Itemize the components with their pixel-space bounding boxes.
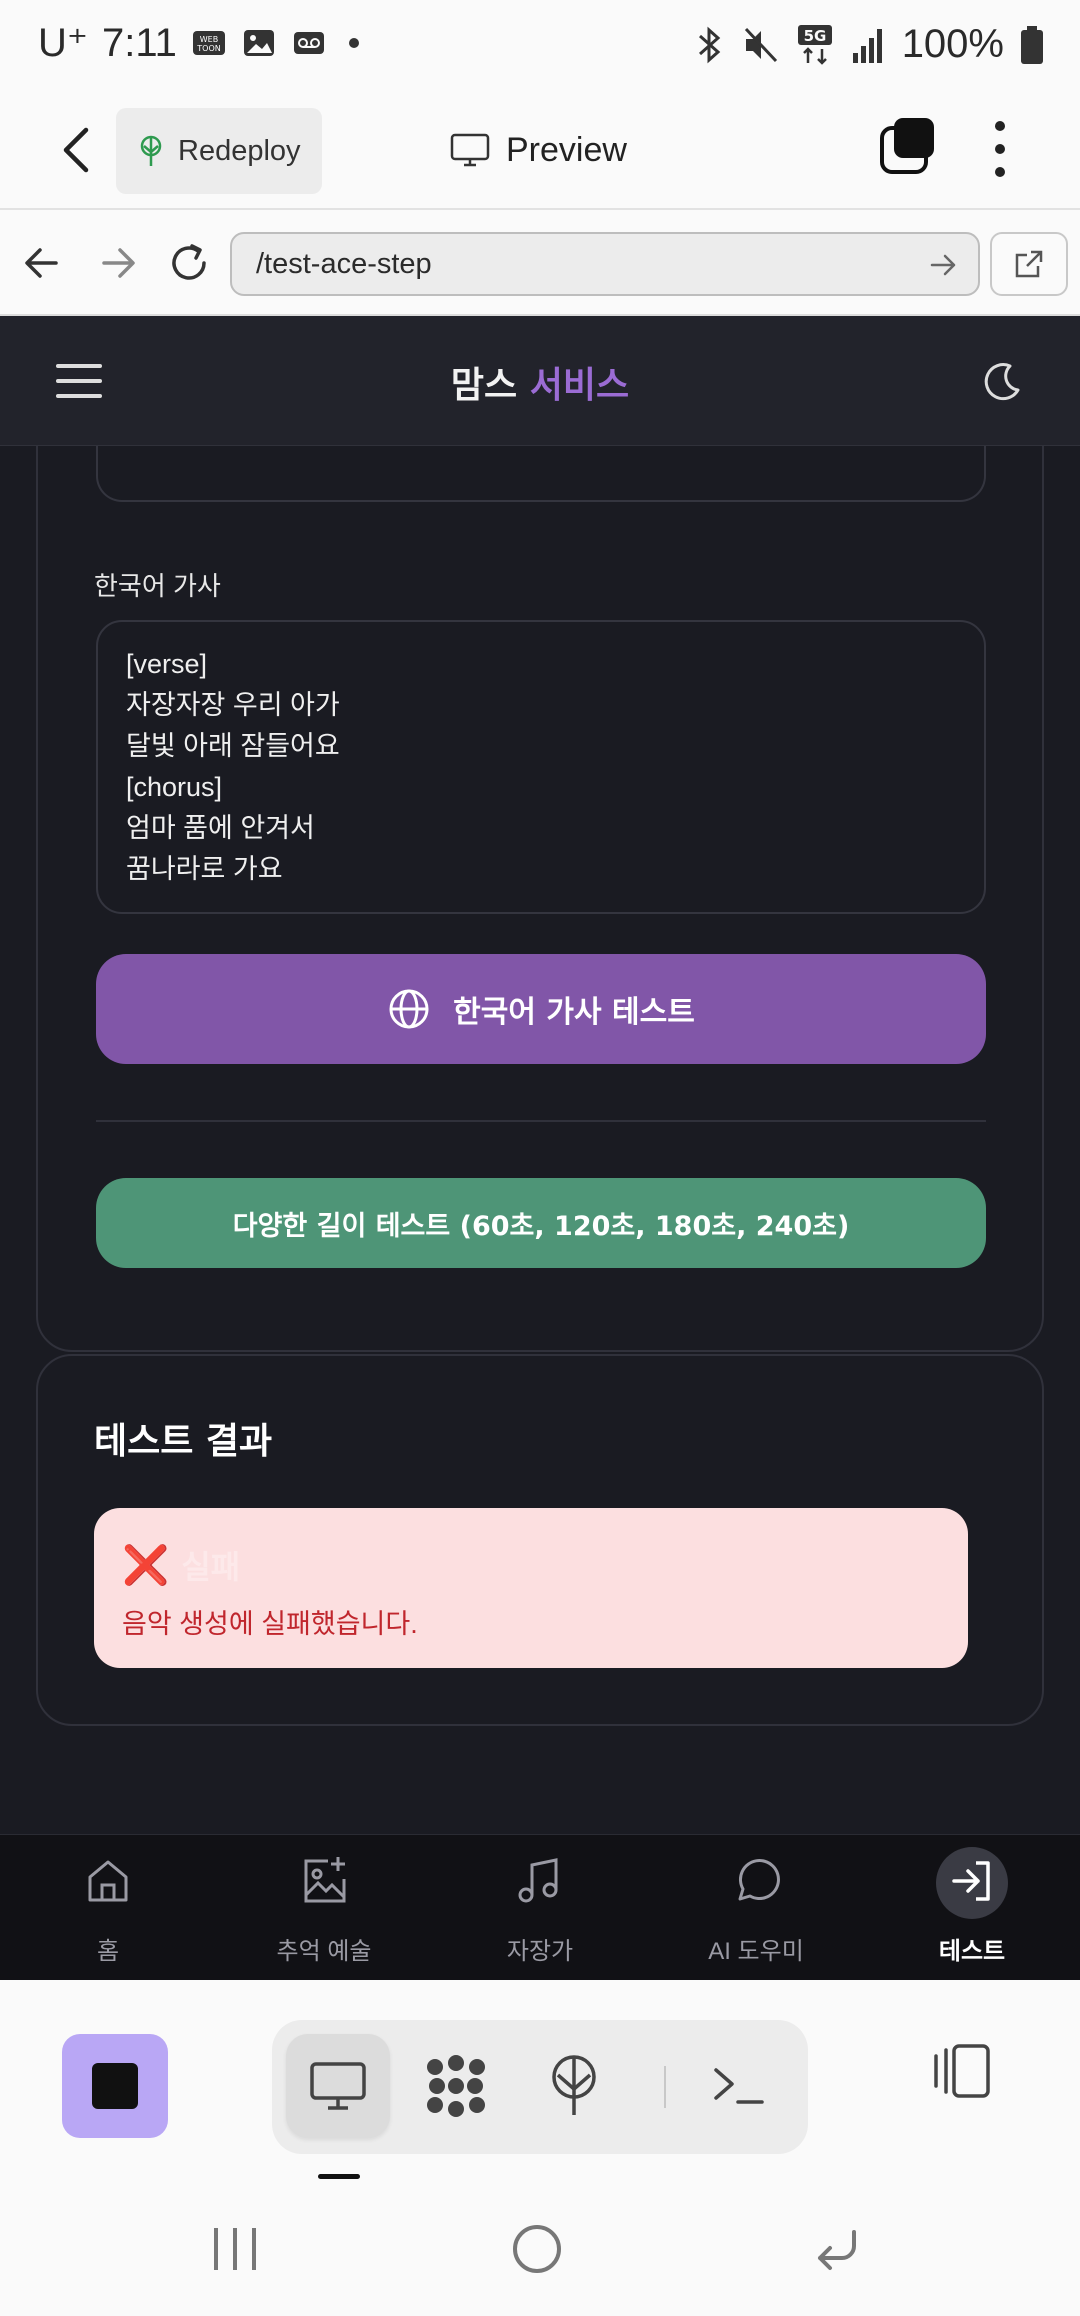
nav-label-lullaby: 자장가 [506, 1938, 574, 1965]
console-mode-button[interactable] [686, 2034, 790, 2138]
korean-test-label: 한국어 가사 테스트 [453, 995, 695, 1030]
browser-forward-icon[interactable] [90, 236, 144, 290]
app-toolbar [0, 1980, 1080, 2180]
carrier-label: U⁺ [38, 21, 88, 65]
app-bar: Redeploy Preview [0, 92, 1080, 210]
globe-icon [389, 989, 429, 1029]
redeploy-label: Redeploy [178, 134, 301, 167]
korean-lyrics-textarea[interactable]: [verse] 자장자장 우리 아가 달빛 아래 잠들어요 [chorus] 엄… [96, 620, 986, 914]
length-test-label: 다양한 길이 테스트 (60초, 120초, 180초, 240초) [232, 1210, 850, 1242]
back-button-icon[interactable] [804, 2214, 874, 2284]
deploy-mode-button[interactable] [522, 2034, 626, 2138]
dark-mode-moon-icon[interactable] [980, 360, 1024, 404]
main-content: 한국어 가사 [verse] 자장자장 우리 아가 달빛 아래 잠들어요 [ch… [0, 446, 1080, 1834]
preview-mode-button[interactable] [286, 2034, 390, 2138]
nav-item-memory-art[interactable]: 추억 예술 [216, 1835, 432, 1981]
home-icon [88, 1860, 128, 1902]
nav-item-lullaby[interactable]: 자장가 [432, 1835, 648, 1981]
previous-input-field[interactable] [96, 446, 986, 502]
nav-item-ai-helper[interactable]: AI 도우미 [648, 1835, 864, 1981]
signal-icon [852, 28, 882, 63]
reload-icon[interactable] [162, 236, 216, 290]
open-external-button[interactable] [990, 232, 1068, 296]
preview-title[interactable]: Preview [450, 118, 627, 182]
battery-percent: 100% [901, 22, 1004, 66]
stop-square-icon [92, 2063, 138, 2109]
view-mode-group [272, 2020, 808, 2154]
preview-label: Preview [506, 130, 627, 169]
monitor-icon [310, 2062, 366, 2110]
svg-text:5G: 5G [803, 27, 826, 45]
nav-label-home: 홈 [96, 1938, 120, 1965]
nav-label-memory-art: 추억 예술 [276, 1938, 372, 1965]
error-message: 음악 생성에 실패했습니다. [122, 1609, 418, 1639]
agent-mode-button[interactable] [404, 2034, 508, 2138]
system-navigation-bar [0, 2180, 1080, 2316]
error-alert: ❌ 실패 음악 생성에 실패했습니다. [94, 1508, 968, 1668]
site-logo[interactable]: 맘스 서비스 [0, 356, 1080, 408]
redeploy-button[interactable]: Redeploy [116, 108, 322, 194]
lyrics-label: 한국어 가사 [94, 571, 221, 601]
bottom-navigation: 홈 추억 예술 자장가 AI 도우미 테스트 [0, 1834, 1080, 1980]
url-input[interactable]: /test-ace-step [230, 232, 980, 296]
nav-label-test: 테스트 [938, 1938, 1006, 1965]
battery-icon [1021, 25, 1043, 64]
5g-icon: 5G [797, 24, 832, 65]
cross-mark-icon: ❌ [122, 1542, 170, 1587]
monitor-icon [450, 133, 490, 167]
nav-item-test[interactable]: 테스트 [864, 1835, 1080, 1981]
gallery-icon [243, 30, 274, 56]
nav-item-home[interactable]: 홈 [0, 1835, 216, 1981]
recent-apps-icon[interactable] [200, 2214, 270, 2284]
webtoon-icon: WEBTOON [192, 31, 225, 55]
browser-back-icon[interactable] [16, 236, 70, 290]
chat-bubble-icon [738, 1859, 780, 1901]
active-tab-indicator [318, 2174, 360, 2179]
brand-part2: 서비스 [529, 365, 630, 406]
mute-icon [744, 27, 777, 62]
svg-text:WEB: WEB [200, 35, 218, 44]
split-view-icon[interactable] [928, 2036, 998, 2106]
results-title: 테스트 결과 [94, 1421, 273, 1462]
music-note-icon [518, 1858, 558, 1903]
url-bar: /test-ace-step [0, 210, 1080, 316]
site-header: 맘스 서비스 [0, 316, 1080, 446]
svg-text:TOON: TOON [196, 44, 220, 53]
more-options-icon[interactable] [982, 116, 1018, 182]
length-test-button[interactable]: 다양한 길이 테스트 (60초, 120초, 180초, 240초) [96, 1178, 986, 1268]
external-link-icon [1015, 250, 1043, 278]
deploy-tree-icon [140, 135, 162, 166]
url-text: /test-ace-step [256, 247, 432, 280]
agent-blob-icon [427, 2055, 485, 2117]
nav-label-ai-helper: AI 도우미 [708, 1938, 804, 1965]
status-bar: U⁺ 7:11 WEB TOON 5G 100% [0, 0, 1080, 92]
korean-lyrics-test-button[interactable]: 한국어 가사 테스트 [96, 954, 986, 1064]
go-arrow-icon[interactable] [926, 248, 960, 282]
status-label: 실패 [181, 1548, 241, 1586]
terminal-prompt-icon [714, 2068, 764, 2104]
tabs-icon[interactable] [878, 116, 938, 176]
home-button-icon[interactable] [502, 2214, 572, 2284]
bluetooth-icon [698, 26, 720, 63]
clock: 7:11 [102, 20, 177, 65]
test-results-card: 테스트 결과 ❌ 실패 음악 생성에 실패했습니다. [36, 1354, 1044, 1726]
deploy-tree-icon [552, 2055, 596, 2115]
brand-part1: 맘스 [450, 365, 518, 406]
voicemail-icon [293, 32, 324, 54]
section-divider [96, 1120, 986, 1122]
image-plus-icon [304, 1857, 346, 1903]
notification-dot [348, 38, 359, 48]
back-arrow-icon[interactable] [48, 118, 108, 182]
toolbar-separator [664, 2066, 666, 2108]
log-in-icon [952, 1861, 990, 1901]
test-form-card: 한국어 가사 [verse] 자장자장 우리 아가 달빛 아래 잠들어요 [ch… [36, 446, 1044, 1352]
stop-button[interactable] [62, 2034, 168, 2138]
